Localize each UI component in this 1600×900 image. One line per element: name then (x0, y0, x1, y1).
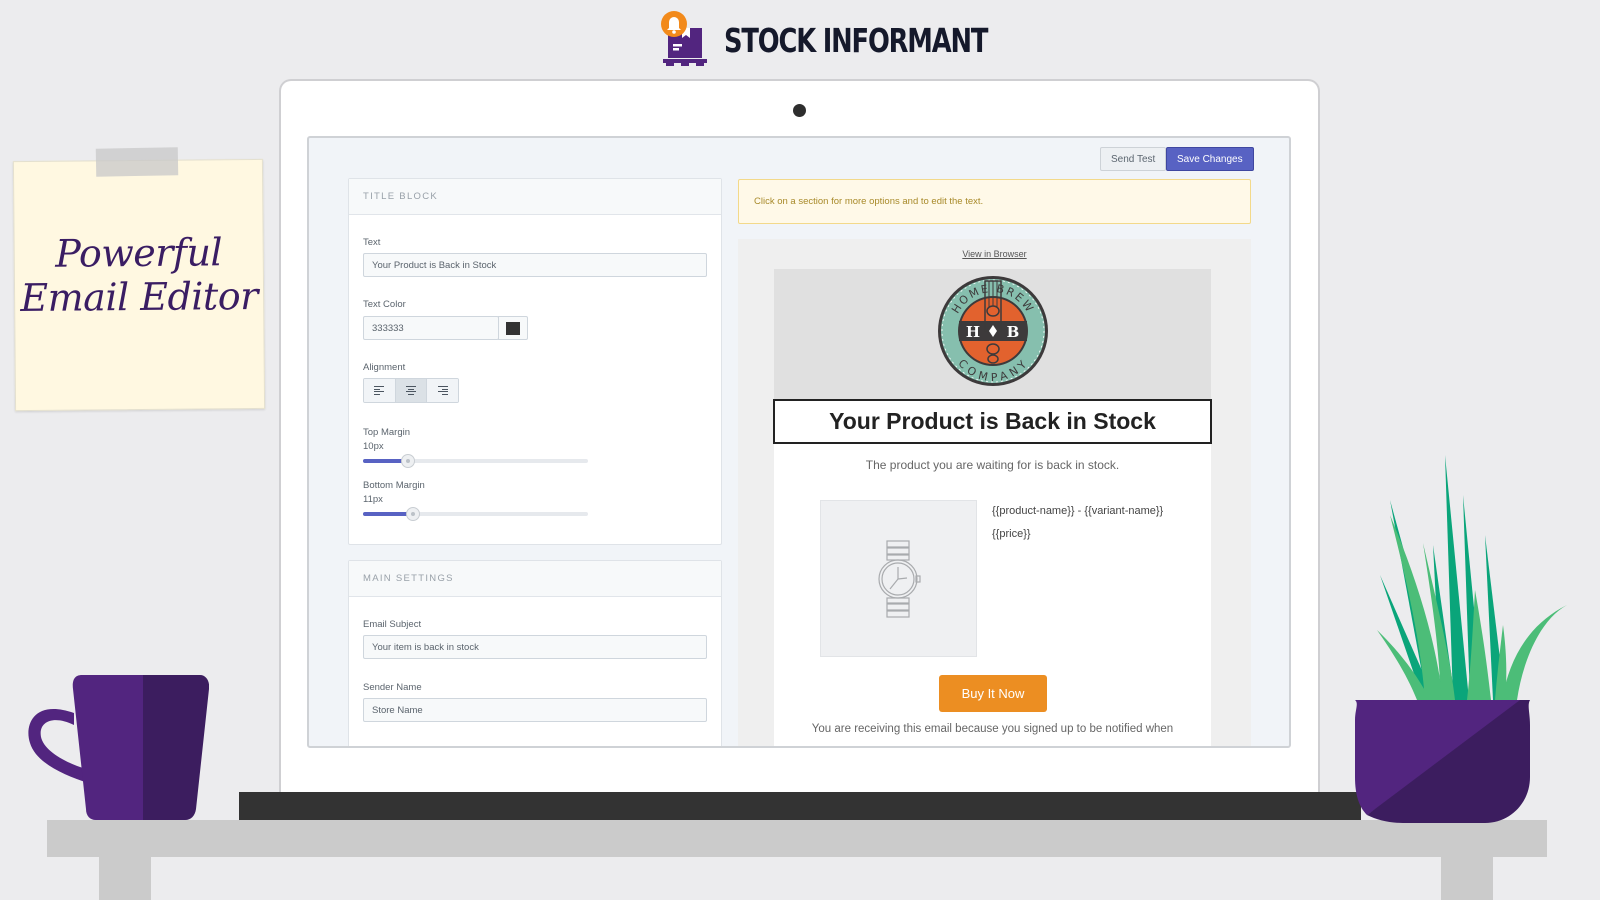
desk-leg-left (99, 857, 151, 900)
laptop-base (239, 792, 1361, 820)
email-editor-screen: Send Test Save Changes TITLE BLOCK Text … (307, 136, 1291, 748)
text-label: Text (363, 237, 381, 248)
sticky-note-line-1: Powerful (55, 230, 223, 276)
panel-heading: TITLE BLOCK (349, 179, 721, 215)
sender-name-label: Sender Name (363, 682, 422, 693)
main-settings-panel: MAIN SETTINGS Email Subject Sender Name (348, 560, 722, 746)
desk (47, 820, 1547, 857)
product-name-line[interactable]: {{product-name}} - {{variant-name}} (992, 505, 1163, 517)
email-title-block[interactable]: Your Product is Back in Stock (773, 399, 1212, 444)
email-header-section[interactable]: H B HOME BREW COMPANY (774, 269, 1211, 399)
send-test-button[interactable]: Send Test (1100, 147, 1167, 171)
email-preview: View in Browser H B HOME BREW COMPANY Yo… (738, 239, 1251, 746)
text-color-label: Text Color (363, 299, 406, 310)
sender-name-input[interactable] (363, 698, 707, 722)
alignment-button-group (363, 378, 459, 403)
watch-icon (877, 539, 921, 618)
bottom-margin-slider[interactable] (363, 507, 588, 521)
text-color-input[interactable] (363, 316, 499, 340)
logo-initial-h: H (966, 323, 980, 341)
slider-thumb[interactable] (401, 454, 415, 468)
save-changes-button[interactable]: Save Changes (1166, 147, 1254, 171)
brand-header: STOCK INFORMANT (660, 10, 1062, 66)
brand-name: STOCK INFORMANT (724, 20, 988, 60)
sticky-note: Powerful Email Editor (12, 158, 266, 412)
slider-thumb[interactable] (405, 507, 420, 521)
home-brew-logo-icon: H B HOME BREW COMPANY (937, 275, 1049, 387)
align-right-button[interactable] (427, 379, 458, 402)
sticky-note-line-2: Email Editor (20, 273, 258, 321)
logo-initial-b: B (1007, 323, 1020, 341)
align-left-icon (374, 386, 385, 395)
info-notice: Click on a section for more options and … (738, 179, 1251, 224)
top-margin-slider[interactable] (363, 454, 588, 468)
color-swatch (506, 321, 520, 335)
align-center-icon (406, 386, 416, 395)
tape-strip (95, 147, 179, 177)
stock-informant-logo-icon (660, 10, 716, 66)
align-right-icon (437, 386, 448, 395)
sticky-note-text: Powerful Email Editor (20, 230, 258, 320)
top-margin-label: Top Margin (363, 427, 410, 438)
webcam-icon (793, 104, 806, 117)
potted-plant-icon (1355, 455, 1567, 823)
panel-heading: MAIN SETTINGS (349, 561, 721, 597)
email-subject-input[interactable] (363, 635, 707, 659)
buy-it-now-button[interactable]: Buy It Now (939, 675, 1047, 712)
title-block-panel: TITLE BLOCK Text Text Color Alignment (348, 178, 722, 545)
desk-leg-right (1441, 857, 1493, 900)
title-text-input[interactable] (363, 253, 707, 277)
email-subject-label: Email Subject (363, 619, 422, 630)
view-in-browser-link[interactable]: View in Browser (738, 249, 1251, 259)
product-image (820, 500, 977, 657)
email-body: H B HOME BREW COMPANY Your Product is Ba… (773, 269, 1212, 746)
email-subtitle[interactable]: The product you are waiting for is back … (774, 458, 1211, 472)
bottom-margin-value: 11px (363, 494, 383, 505)
price-line[interactable]: {{price}} (992, 528, 1031, 540)
align-center-button[interactable] (395, 379, 428, 402)
email-footer-text[interactable]: You are receiving this email because you… (774, 723, 1211, 735)
bottom-margin-label: Bottom Margin (363, 480, 425, 491)
top-margin-value: 10px (363, 441, 384, 452)
color-picker-button[interactable] (498, 316, 528, 340)
coffee-mug-icon (28, 675, 209, 820)
alignment-label: Alignment (363, 362, 406, 373)
align-left-button[interactable] (364, 379, 396, 402)
